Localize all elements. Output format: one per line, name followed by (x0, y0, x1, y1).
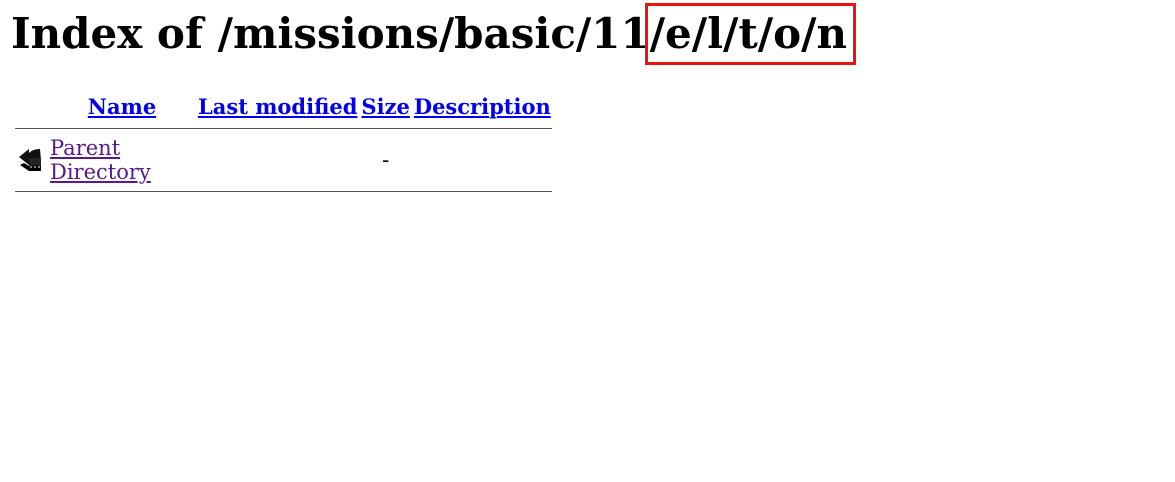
back-arrow-icon (16, 146, 44, 174)
page-title-prefix: Index of /missions/basic/11 (11, 9, 650, 58)
row-last-modified-cell (197, 131, 358, 189)
row-size-cell: - (382, 148, 390, 172)
last-modified-column-header: Last modified (197, 86, 358, 126)
horizontal-rule (15, 191, 552, 192)
sort-by-description-link[interactable]: Description (414, 94, 551, 119)
horizontal-rule (15, 128, 552, 129)
directory-listing-table: Name Last modified Size Description Pare… (13, 84, 554, 194)
sort-by-size-link[interactable]: Size (361, 94, 409, 119)
page-title: Index of /missions/basic/11/e/l/t/o/n (11, 3, 857, 65)
icon-column-header (15, 86, 47, 126)
table-header-row: Name Last modified Size Description (15, 86, 552, 126)
size-column-header: Size (360, 86, 410, 126)
name-column-header: Name (49, 86, 195, 126)
sort-by-name-link[interactable]: Name (88, 94, 156, 119)
description-column-header: Description (413, 86, 552, 126)
table-divider-bottom (15, 191, 552, 192)
parent-directory-link[interactable]: Parent Directory (50, 136, 151, 184)
highlighted-path-segment: /e/l/t/o/n (644, 3, 857, 65)
row-name-cell: Parent Directory (49, 131, 195, 189)
row-description-cell (413, 131, 552, 189)
sort-by-last-modified-link[interactable]: Last modified (198, 94, 357, 119)
table-row: Parent Directory - (15, 131, 552, 189)
row-icon-cell (15, 131, 47, 189)
table-divider-top (15, 128, 552, 129)
